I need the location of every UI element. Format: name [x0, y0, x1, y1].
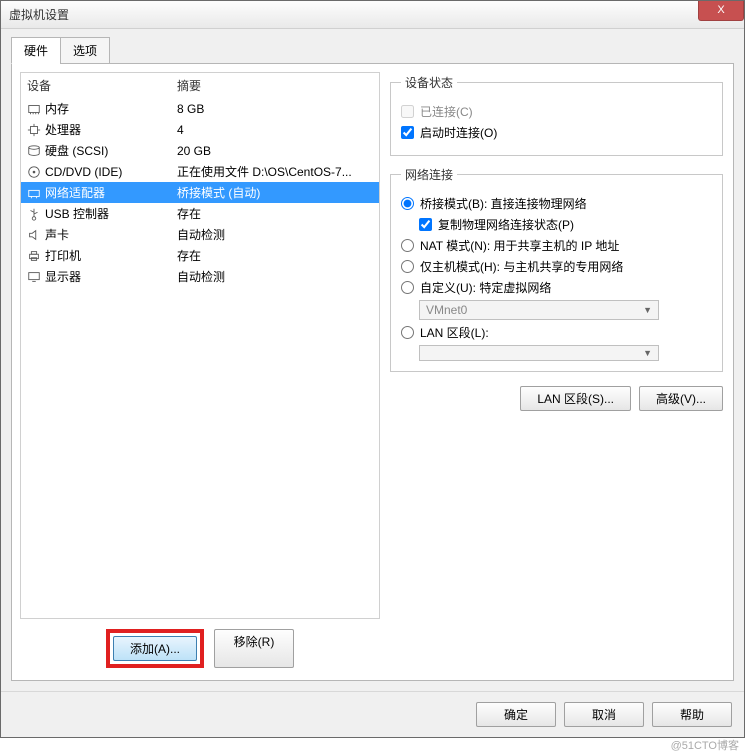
titlebar: 虚拟机设置 X: [1, 1, 744, 29]
nat-radio[interactable]: [401, 239, 414, 252]
lan-radio[interactable]: [401, 326, 414, 339]
sound-icon: [27, 228, 41, 242]
help-button[interactable]: 帮助: [652, 702, 732, 727]
hw-row-printer[interactable]: 打印机 存在: [21, 245, 379, 266]
hostonly-radio[interactable]: [401, 260, 414, 273]
hardware-list-header: 设备 摘要: [21, 73, 379, 98]
lan-label: LAN 区段(L):: [420, 324, 489, 341]
device-label: 内存: [45, 100, 69, 117]
connect-poweron-checkbox[interactable]: [401, 126, 414, 139]
ok-button[interactable]: 确定: [476, 702, 556, 727]
device-label: USB 控制器: [45, 205, 109, 222]
device-summary: 存在: [177, 205, 373, 222]
cancel-button[interactable]: 取消: [564, 702, 644, 727]
lan-segments-button[interactable]: LAN 区段(S)...: [520, 386, 631, 411]
tab-options[interactable]: 选项: [60, 37, 110, 64]
tab-hardware[interactable]: 硬件: [11, 37, 61, 64]
usb-icon: [27, 207, 41, 221]
nat-label: NAT 模式(N): 用于共享主机的 IP 地址: [420, 237, 619, 254]
replicate-label: 复制物理网络连接状态(P): [438, 216, 574, 233]
device-summary: 桥接模式 (自动): [177, 184, 373, 201]
annotation-highlight: 添加(A)...: [106, 629, 204, 668]
device-label: 声卡: [45, 226, 69, 243]
bridged-radio[interactable]: [401, 197, 414, 210]
device-label: 网络适配器: [45, 184, 105, 201]
cd-icon: [27, 165, 41, 179]
add-button[interactable]: 添加(A)...: [113, 636, 197, 661]
device-summary: 4: [177, 123, 373, 137]
watermark: @51CTO博客: [671, 737, 739, 753]
device-summary: 存在: [177, 247, 373, 264]
header-summary: 摘要: [177, 77, 373, 94]
device-status-legend: 设备状态: [401, 74, 457, 91]
bridged-label: 桥接模式(B): 直接连接物理网络: [420, 195, 587, 212]
hw-row-sound[interactable]: 声卡 自动检测: [21, 224, 379, 245]
device-label: 打印机: [45, 247, 81, 264]
chevron-down-icon: ▼: [643, 305, 652, 315]
device-label: CD/DVD (IDE): [45, 165, 122, 179]
hardware-list: 设备 摘要 内存 8 GB 处理器 4 硬盘 (SCSI) 20 GB: [20, 72, 380, 619]
network-legend: 网络连接: [401, 166, 457, 183]
vm-settings-dialog: 虚拟机设置 X 硬件 选项 设备 摘要 内存 8 GB: [0, 0, 745, 738]
device-label: 硬盘 (SCSI): [45, 142, 108, 159]
advanced-button[interactable]: 高级(V)...: [639, 386, 723, 411]
hw-row-network[interactable]: 网络适配器 桥接模式 (自动): [21, 182, 379, 203]
remove-button[interactable]: 移除(R): [214, 629, 294, 668]
cpu-icon: [27, 123, 41, 137]
network-connection-group: 网络连接 桥接模式(B): 直接连接物理网络 复制物理网络连接状态(P) NAT…: [390, 166, 723, 372]
device-label: 处理器: [45, 121, 81, 138]
disk-icon: [27, 144, 41, 158]
custom-radio[interactable]: [401, 281, 414, 294]
device-summary: 8 GB: [177, 102, 373, 116]
header-device: 设备: [27, 77, 177, 94]
hw-row-usb[interactable]: USB 控制器 存在: [21, 203, 379, 224]
hw-row-display[interactable]: 显示器 自动检测: [21, 266, 379, 287]
device-summary: 正在使用文件 D:\OS\CentOS-7...: [177, 163, 373, 180]
window-title: 虚拟机设置: [9, 6, 69, 23]
device-status-group: 设备状态 已连接(C) 启动时连接(O): [390, 74, 723, 156]
chevron-down-icon: ▼: [643, 348, 652, 358]
close-button[interactable]: X: [698, 1, 744, 21]
device-label: 显示器: [45, 268, 81, 285]
hw-row-disk[interactable]: 硬盘 (SCSI) 20 GB: [21, 140, 379, 161]
custom-network-value: VMnet0: [426, 303, 467, 317]
dialog-button-bar: 确定 取消 帮助: [1, 691, 744, 737]
custom-network-select: VMnet0 ▼: [419, 300, 659, 320]
hostonly-label: 仅主机模式(H): 与主机共享的专用网络: [420, 258, 623, 275]
printer-icon: [27, 249, 41, 263]
display-icon: [27, 270, 41, 284]
connect-poweron-label: 启动时连接(O): [420, 124, 497, 141]
hw-row-cpu[interactable]: 处理器 4: [21, 119, 379, 140]
device-summary: 自动检测: [177, 226, 373, 243]
replicate-checkbox[interactable]: [419, 218, 432, 231]
network-icon: [27, 186, 41, 200]
device-summary: 自动检测: [177, 268, 373, 285]
connected-label: 已连接(C): [420, 103, 473, 120]
lan-segment-select: ▼: [419, 345, 659, 361]
hw-row-cddvd[interactable]: CD/DVD (IDE) 正在使用文件 D:\OS\CentOS-7...: [21, 161, 379, 182]
custom-label: 自定义(U): 特定虚拟网络: [420, 279, 551, 296]
memory-icon: [27, 102, 41, 116]
device-summary: 20 GB: [177, 144, 373, 158]
tabbar: 硬件 选项: [11, 37, 734, 64]
hw-row-memory[interactable]: 内存 8 GB: [21, 98, 379, 119]
connected-checkbox: [401, 105, 414, 118]
